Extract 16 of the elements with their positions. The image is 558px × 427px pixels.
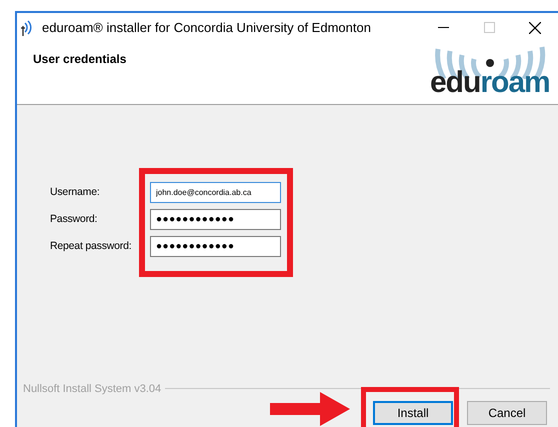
password-field[interactable]: ●●●●●●●●●●●● bbox=[150, 236, 281, 257]
field-label: Repeat password: bbox=[50, 238, 132, 254]
window-title: eduroam® installer for Concordia University of Edmonton bbox=[42, 18, 371, 37]
close-icon bbox=[529, 22, 541, 34]
arrow-icon bbox=[270, 392, 350, 426]
field-label: Password: bbox=[50, 212, 98, 227]
minimize-icon bbox=[438, 26, 448, 28]
installer-branding: Nullsoft Install System v3.04 bbox=[23, 382, 162, 396]
page-title: User credentials bbox=[33, 51, 126, 68]
username-field[interactable]: john.doe@concordia.ab.ca bbox=[150, 182, 281, 203]
logo-text: eduroam bbox=[430, 67, 550, 99]
maximize-icon bbox=[484, 22, 494, 33]
install-button[interactable]: Install bbox=[373, 401, 453, 425]
cancel-button[interactable]: Cancel bbox=[467, 401, 547, 425]
password-field[interactable]: ●●●●●●●●●●●● bbox=[150, 209, 281, 230]
field-label: Username: bbox=[50, 184, 101, 200]
